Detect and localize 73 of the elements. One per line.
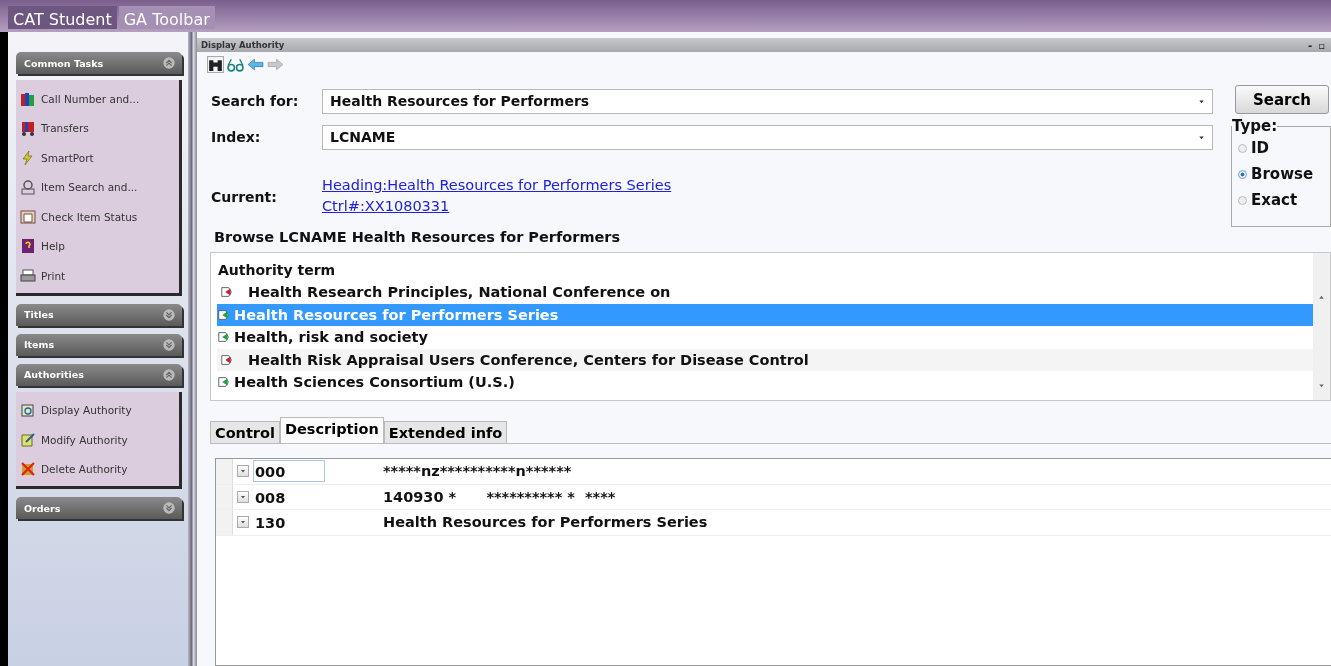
scroll-down-icon xyxy=(1317,381,1326,390)
panel-header[interactable]: Authorities xyxy=(16,363,182,386)
window-control[interactable]: - xyxy=(1308,39,1313,51)
radio-button[interactable]: Browse xyxy=(1238,161,1330,187)
panel-title: Orders xyxy=(24,502,61,514)
value-cell: 140930 * ********** * **** xyxy=(383,488,616,505)
tag-cell[interactable]: 000 xyxy=(253,460,325,483)
panel-header[interactable]: Orders xyxy=(16,497,182,519)
task-item[interactable]: Item Search and... xyxy=(20,172,179,202)
books-icon xyxy=(20,90,36,107)
forward-arrow-icon xyxy=(267,55,284,73)
scroll-up-icon xyxy=(1317,293,1326,302)
value-cell: *****nz**********n****** xyxy=(383,463,572,480)
binoculars-icon xyxy=(207,55,224,73)
display-icon xyxy=(20,402,36,419)
task-item[interactable]: Modify Authority xyxy=(20,425,179,455)
field-label: Current: xyxy=(211,187,278,205)
value-cell: Health Resources for Performers Series xyxy=(383,514,708,531)
task-item[interactable]: SmartPort xyxy=(20,143,179,173)
task-item[interactable]: Help xyxy=(20,231,179,261)
tab[interactable]: Extended info xyxy=(383,421,508,443)
radio-button[interactable]: ID xyxy=(1238,135,1330,161)
panel-header[interactable]: Items xyxy=(16,333,182,356)
index-combo-box[interactable]: LCNAME xyxy=(322,124,1213,150)
heading-arrow-icon xyxy=(217,330,231,345)
help-icon xyxy=(20,238,36,255)
panel-header[interactable]: Common Tasks xyxy=(16,52,182,74)
app-tab[interactable]: CAT Student xyxy=(8,6,117,29)
radio-button[interactable]: Exact xyxy=(1238,187,1330,213)
task-item[interactable]: Display Authority xyxy=(20,395,179,425)
list-row[interactable]: Health, risk and society xyxy=(217,326,1313,349)
panel-title: Titles xyxy=(24,309,54,320)
task-item[interactable]: Call Number and... xyxy=(20,84,179,114)
delete-icon xyxy=(20,461,36,478)
task-item[interactable]: Delete Authority xyxy=(20,454,179,484)
lightning-icon xyxy=(20,149,36,166)
task-item[interactable]: Print xyxy=(20,261,179,291)
task-item[interactable]: Check Item Status xyxy=(20,202,179,232)
list-title: Browse LCNAME Health Resources for Performers xyxy=(213,228,622,247)
tab[interactable]: Description xyxy=(279,417,384,443)
panel-title: Authorities xyxy=(24,369,84,380)
panel-title: Common Tasks xyxy=(24,57,104,69)
edit-icon xyxy=(20,431,36,448)
tab[interactable]: Control xyxy=(210,421,280,443)
field-label: Index: xyxy=(211,129,262,145)
heading-arrow-icon xyxy=(217,307,231,322)
list-row[interactable]: Health Research Principles, National Conference on xyxy=(217,281,1313,304)
window-control[interactable]: ▫ xyxy=(1318,39,1325,51)
list-row[interactable]: Health Risk Appraisal Users Conference, Centers for Disease Control xyxy=(217,348,1313,371)
reference-arrow-icon xyxy=(220,352,234,367)
list-row[interactable]: Health Sciences Consortium (U.S.) xyxy=(217,371,1313,394)
printer-icon xyxy=(20,267,36,284)
expand-button[interactable] xyxy=(237,516,249,529)
back-arrow-icon xyxy=(247,55,264,73)
group-label: Type: xyxy=(1232,117,1278,135)
column-header: Authority term xyxy=(217,261,337,280)
splitter[interactable] xyxy=(188,32,197,666)
link[interactable]: Ctrl#:XX1080331 xyxy=(322,195,1213,217)
cart-icon xyxy=(20,120,36,137)
task-item[interactable]: Transfers xyxy=(20,113,179,143)
field-label: Search for: xyxy=(211,93,300,109)
search-combo-box[interactable]: Health Resources for Performers xyxy=(322,88,1213,114)
reference-arrow-icon xyxy=(220,285,234,300)
expand-button[interactable] xyxy=(237,465,249,478)
panel-header[interactable]: Titles xyxy=(16,303,182,326)
tag-cell[interactable]: 008 xyxy=(253,485,325,508)
tag-cell[interactable]: 130 xyxy=(253,511,325,534)
expand-button[interactable] xyxy=(237,490,249,503)
search-button[interactable]: Search xyxy=(1235,85,1329,114)
window-title: Display Authority xyxy=(201,40,285,50)
link[interactable]: Heading:Health Resources for Performers Series xyxy=(322,174,1213,196)
heading-arrow-icon xyxy=(217,375,231,390)
panel-title: Items xyxy=(24,339,55,350)
